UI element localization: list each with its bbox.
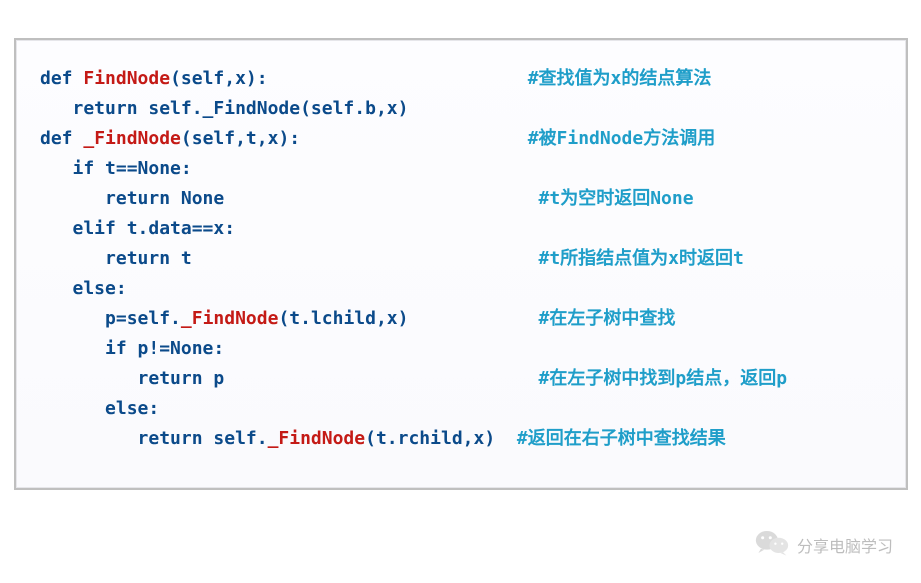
code-funcname: _FindNode (83, 128, 181, 149)
code-text: return p (40, 368, 224, 389)
code-comment: #查找值为x的结点算法 (528, 68, 712, 89)
code-text: return t (40, 248, 192, 269)
code-text (192, 248, 539, 269)
code-text (495, 428, 517, 449)
watermark-text: 分享电脑学习 (797, 533, 893, 557)
code-line: else: (40, 394, 888, 424)
code-text (268, 68, 528, 89)
code-text: (t.rchild,x) (365, 428, 495, 449)
code-comment: #在左子树中查找 (539, 308, 676, 329)
code-funcname: _FindNode (268, 428, 366, 449)
code-text (300, 128, 528, 149)
code-container: def FindNode(self,x): #查找值为x的结点算法 return… (14, 38, 908, 490)
code-comment: #t所指结点值为x时返回t (539, 248, 744, 269)
code-line: if t==None: (40, 154, 888, 184)
code-comment: #被FindNode方法调用 (528, 128, 716, 149)
code-text (408, 308, 538, 329)
code-line: return self._FindNode(t.rchild,x) #返回在右子… (40, 424, 888, 454)
code-line: def FindNode(self,x): #查找值为x的结点算法 (40, 64, 888, 94)
code-line: return None #t为空时返回None (40, 184, 888, 214)
code-line: elif t.data==x: (40, 214, 888, 244)
code-line: p=self._FindNode(t.lchild,x) #在左子树中查找 (40, 304, 888, 334)
code-keyword: def (40, 128, 83, 149)
code-text: return self._FindNode(self.b,x) (40, 98, 408, 119)
wechat-icon (755, 528, 789, 561)
watermark: 分享电脑学习 (755, 528, 893, 561)
code-text: (self,x): (170, 68, 268, 89)
code-text: if t==None: (40, 158, 192, 179)
code-line: if p!=None: (40, 334, 888, 364)
code-text: if p!=None: (40, 338, 224, 359)
code-text: elif t.data==x: (40, 218, 235, 239)
code-text (224, 368, 538, 389)
code-comment: #返回在右子树中查找结果 (517, 428, 726, 449)
code-text: return self. (40, 428, 268, 449)
code-line: else: (40, 274, 888, 304)
code-line: return p #在左子树中找到p结点，返回p (40, 364, 888, 394)
code-comment: #在左子树中找到p结点，返回p (539, 368, 788, 389)
code-keyword: def (40, 68, 83, 89)
code-funcname: _FindNode (181, 308, 279, 329)
code-line: return t #t所指结点值为x时返回t (40, 244, 888, 274)
code-text: else: (40, 278, 127, 299)
code-text: else: (40, 398, 159, 419)
code-funcname: FindNode (83, 68, 170, 89)
code-text: p=self. (40, 308, 181, 329)
code-text: return None (40, 188, 224, 209)
code-text: (self,t,x): (181, 128, 300, 149)
code-text (224, 188, 538, 209)
code-line: return self._FindNode(self.b,x) (40, 94, 888, 124)
code-line: def _FindNode(self,t,x): #被FindNode方法调用 (40, 124, 888, 154)
code-listing: def FindNode(self,x): #查找值为x的结点算法 return… (40, 64, 888, 454)
code-comment: #t为空时返回None (539, 188, 694, 209)
code-text: (t.lchild,x) (278, 308, 408, 329)
